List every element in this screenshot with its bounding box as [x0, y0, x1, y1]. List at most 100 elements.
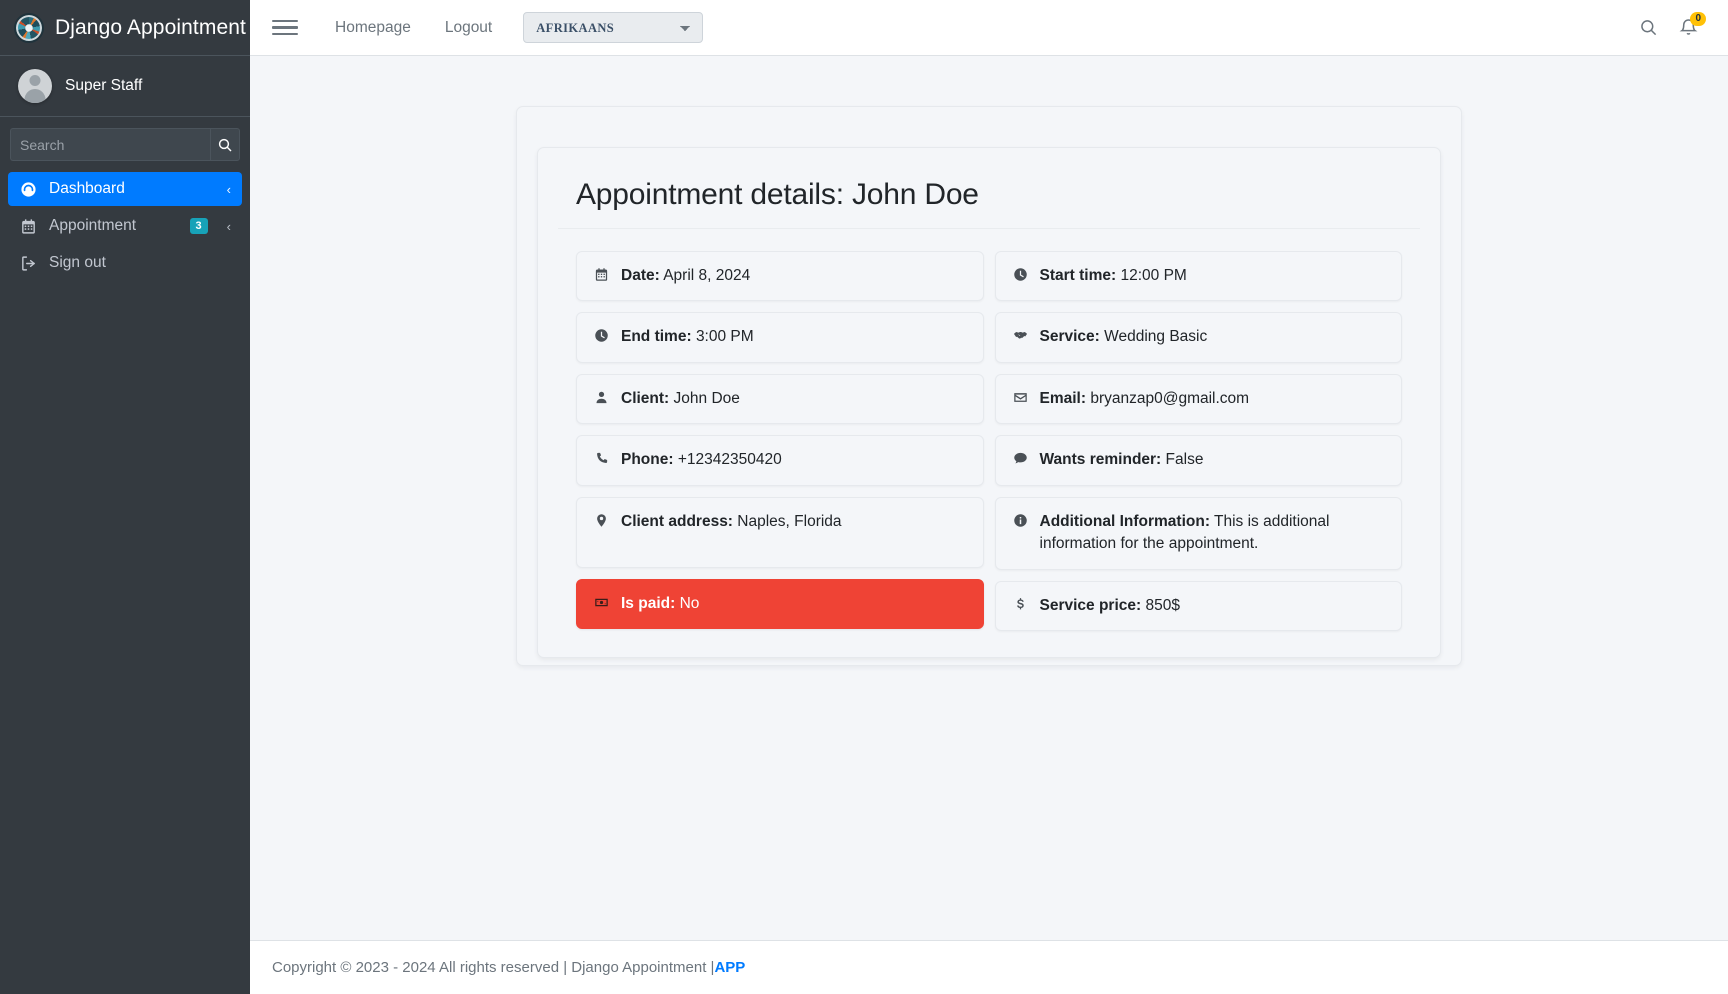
clock-icon	[1012, 265, 1029, 282]
detail-label: Client:	[621, 389, 670, 407]
dollar-icon	[1012, 595, 1029, 612]
appointment-count-badge: 3	[189, 217, 208, 235]
notifications-button[interactable]: 0	[1668, 8, 1708, 48]
detail-label: Email:	[1039, 389, 1087, 407]
sidebar-item-appointment[interactable]: Appointment 3 ‹	[8, 209, 242, 243]
details-right-column: Start time: 12:00 PM Service: Wedding Ba…	[994, 251, 1402, 632]
search-icon	[218, 138, 232, 152]
notification-count-badge: 0	[1690, 11, 1706, 26]
sidebar: Django Appointment Super Staff Search Da…	[0, 0, 250, 994]
detail-label: Wants reminder:	[1039, 451, 1162, 469]
detail-text: Service price: 850$	[1040, 595, 1386, 617]
user-name: Super Staff	[65, 77, 143, 94]
sidebar-brand[interactable]: Django Appointment	[0, 0, 250, 56]
detail-row-email: Email: bryanzap0@gmail.com	[994, 373, 1402, 425]
details-left-column: Date: April 8, 2024 End time: 3:00 PM Cl…	[576, 251, 984, 630]
detail-value: Naples, Florida	[737, 512, 842, 530]
detail-row-start-time: Start time: 12:00 PM	[994, 251, 1402, 302]
search-input[interactable]	[10, 128, 210, 161]
map-marker-icon	[593, 511, 610, 528]
search-submit-button[interactable]	[210, 128, 240, 161]
clock-icon	[593, 326, 610, 343]
phone-icon	[593, 449, 610, 466]
footer-link-app[interactable]: APP	[714, 959, 745, 976]
navbar-link-homepage[interactable]: Homepage	[318, 19, 428, 37]
detail-value: 12:00 PM	[1120, 267, 1187, 284]
envelope-icon	[1012, 388, 1029, 405]
user-panel[interactable]: Super Staff	[0, 56, 250, 117]
detail-label: Service:	[1039, 328, 1100, 346]
detail-text: Service: Wedding Basic	[1040, 326, 1386, 348]
detail-row-client-address: Client address: Naples, Florida	[576, 496, 984, 568]
detail-value: John Doe	[673, 389, 740, 407]
sidebar-item-label: Appointment	[49, 217, 137, 234]
sign-out-icon	[19, 255, 38, 272]
page-footer: Copyright © 2023 - 2024 All rights reser…	[250, 940, 1728, 994]
detail-row-wants-reminder: Wants reminder: False	[994, 435, 1402, 486]
detail-value: No	[679, 594, 700, 612]
detail-text: Is paid: No	[621, 593, 967, 615]
detail-text: Email: bryanzap0@gmail.com	[1040, 388, 1386, 410]
tachometer-icon	[19, 181, 38, 198]
sidebar-nav: Dashboard ‹ Appointment 3 ‹ Sign out	[0, 172, 250, 283]
calendar-icon	[593, 265, 610, 282]
navbar-link-logout[interactable]: Logout	[428, 19, 509, 37]
money-bill-icon	[593, 593, 610, 610]
detail-text: Date: April 8, 2024	[621, 265, 967, 287]
content-area: Appointment details: John Doe Date: Apri…	[250, 56, 1728, 994]
detail-text: Wants reminder: False	[1040, 449, 1386, 471]
sidebar-item-sign-out[interactable]: Sign out	[8, 246, 242, 280]
footer-text: Copyright © 2023 - 2024 All rights reser…	[272, 959, 715, 976]
avatar	[18, 69, 52, 103]
detail-label: Service price:	[1039, 596, 1142, 614]
chevron-left-icon: ‹	[226, 218, 231, 234]
sidebar-item-label: Sign out	[49, 254, 106, 271]
detail-text: Client address: Naples, Florida	[621, 511, 967, 533]
details-grid: Date: April 8, 2024 End time: 3:00 PM Cl…	[558, 229, 1420, 632]
chevron-left-icon: ‹	[226, 181, 231, 197]
sidebar-search	[0, 117, 250, 161]
detail-text: Client: John Doe	[621, 388, 967, 410]
navbar-search-button[interactable]	[1628, 8, 1668, 48]
detail-row-additional-information: Additional Information: This is addition…	[994, 496, 1402, 570]
appointment-details-card: Appointment details: John Doe Date: Apri…	[537, 147, 1441, 659]
detail-row-end-time: End time: 3:00 PM	[576, 312, 984, 363]
language-select[interactable]: AFRIKAANS	[523, 12, 704, 43]
calendar-icon	[19, 218, 38, 235]
main-area: Homepage Logout AFRIKAANS 0 Appointment …	[250, 0, 1728, 994]
detail-text: Start time: 12:00 PM	[1040, 265, 1386, 287]
detail-text: Additional Information: This is addition…	[1040, 511, 1386, 556]
detail-row-phone: Phone: +12342350420	[576, 435, 984, 486]
detail-text: End time: 3:00 PM	[621, 326, 967, 348]
detail-value: False	[1165, 451, 1204, 469]
sidebar-item-dashboard[interactable]: Dashboard ‹	[8, 172, 242, 206]
detail-label: Phone:	[621, 451, 674, 469]
outer-card: Appointment details: John Doe Date: Apri…	[516, 106, 1462, 666]
brand-title: Django Appointment	[55, 15, 246, 39]
detail-label: Start time:	[1039, 267, 1117, 284]
detail-text: Phone: +12342350420	[621, 449, 967, 471]
detail-row-date: Date: April 8, 2024	[576, 251, 984, 302]
detail-value: April 8, 2024	[663, 267, 751, 284]
detail-row-is-paid: Is paid: No	[576, 578, 984, 630]
detail-value: bryanzap0@gmail.com	[1090, 389, 1250, 407]
comment-icon	[1012, 449, 1029, 466]
detail-row-service-price: Service price: 850$	[994, 580, 1402, 632]
detail-value: Wedding Basic	[1104, 328, 1208, 346]
detail-label: Date:	[621, 267, 660, 284]
handshake-icon	[1012, 326, 1029, 343]
hamburger-icon[interactable]	[272, 15, 298, 41]
django-circular-logo-icon	[14, 12, 44, 43]
search-icon	[1640, 20, 1656, 36]
detail-label: End time:	[621, 328, 692, 346]
info-circle-icon	[1012, 511, 1029, 528]
detail-label: Is paid:	[621, 594, 676, 612]
page-title: Appointment details: John Doe	[558, 178, 1420, 229]
detail-row-service: Service: Wedding Basic	[994, 312, 1402, 363]
user-icon	[593, 388, 610, 405]
sidebar-item-label: Dashboard	[49, 180, 125, 197]
detail-row-client: Client: John Doe	[576, 373, 984, 425]
detail-label: Additional Information:	[1039, 512, 1210, 530]
app-root: Django Appointment Super Staff Search Da…	[0, 0, 1728, 994]
detail-label: Client address:	[621, 512, 733, 530]
